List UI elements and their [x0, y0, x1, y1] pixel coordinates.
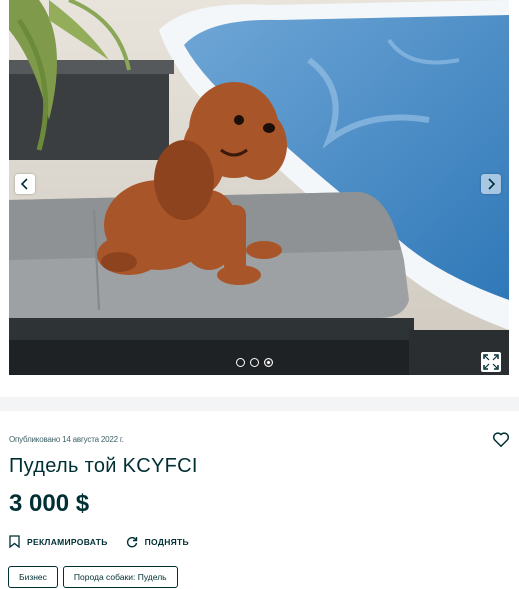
photo-dot-3[interactable]	[264, 358, 273, 367]
previous-photo-button[interactable]	[15, 174, 35, 194]
refresh-icon	[126, 536, 137, 547]
expand-icon	[483, 354, 499, 370]
promote-label: РЕКЛАМИРОВАТЬ	[27, 536, 108, 547]
promote-button[interactable]: РЕКЛАМИРОВАТЬ	[9, 535, 108, 548]
photo-dot-2[interactable]	[250, 358, 259, 367]
published-date: Опубликовано 14 августа 2022 г.	[9, 435, 124, 444]
poodle-photo	[9, 0, 509, 375]
bookmark-icon	[9, 535, 20, 548]
photo-gallery	[0, 0, 519, 375]
listing-title: Пудель той KCYFCI	[9, 455, 198, 477]
chevron-right-icon	[488, 178, 496, 190]
heart-icon[interactable]	[492, 431, 510, 448]
next-photo-button[interactable]	[481, 174, 501, 194]
section-divider	[0, 397, 519, 411]
chevron-left-icon	[20, 178, 28, 190]
raise-label: ПОДНЯТЬ	[144, 536, 189, 547]
fullscreen-button[interactable]	[481, 352, 501, 372]
tag-business[interactable]: Бизнес	[8, 566, 58, 588]
listing-actions: РЕКЛАМИРОВАТЬ ПОДНЯТЬ	[9, 535, 189, 548]
photo-dot-1[interactable]	[236, 358, 245, 367]
photo-indicator	[236, 358, 273, 367]
listing-photo[interactable]	[9, 0, 509, 375]
raise-button[interactable]: ПОДНЯТЬ	[126, 536, 189, 548]
tag-dog-breed[interactable]: Порода собаки: Пудель	[62, 566, 178, 588]
listing-tags: Бизнес Порода собаки: Пудель	[8, 566, 178, 588]
listing-price: 3 000 $	[9, 490, 90, 517]
